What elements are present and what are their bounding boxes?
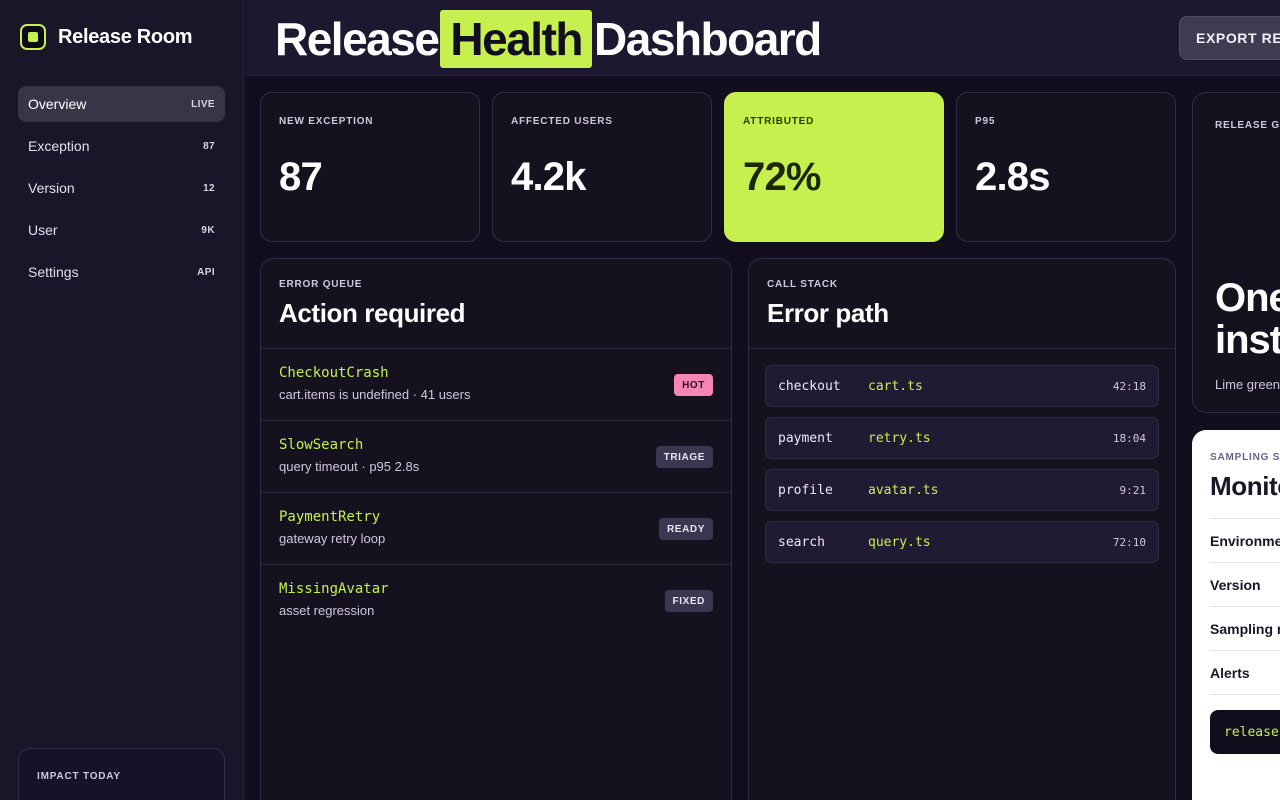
error-description: cart.items is undefined · 41 users <box>279 387 471 402</box>
brand-name: Release Room <box>58 25 193 48</box>
page-title: Release Health Dashboard <box>275 10 822 68</box>
sampling-item-alerts[interactable]: Alerts <box>1210 651 1280 695</box>
export-report-button[interactable]: EXPORT REPORT <box>1179 16 1280 60</box>
error-name: PaymentRetry <box>279 509 381 525</box>
release-gate-headline: One inst <box>1215 277 1280 361</box>
impact-today-card: IMPACT TODAY <box>18 748 225 800</box>
sidebar-item-overview[interactable]: Overview LIVE <box>18 86 225 122</box>
stack-file: query.ts <box>868 534 931 550</box>
stat-card-attributed: ATTRIBUTED 72% <box>724 92 944 242</box>
error-description: asset regression <box>279 603 375 618</box>
brand-logo-icon <box>20 24 46 50</box>
error-row-paymentretry[interactable]: PaymentRetry gateway retry loop READY <box>261 493 731 565</box>
sidebar-item-label: Settings <box>28 264 79 280</box>
stat-card-new-exception: NEW EXCEPTION 87 <box>260 92 480 242</box>
error-name: SlowSearch <box>279 437 364 453</box>
sampling-item-environment[interactable]: Environment <box>1210 519 1280 563</box>
stack-function: profile <box>778 482 833 498</box>
stat-label: AFFECTED USERS <box>511 116 613 127</box>
panel-eyebrow: CALL STACK <box>767 279 838 290</box>
panel-eyebrow: RELEASE GATE <box>1215 120 1280 131</box>
sampling-status-card: SAMPLING STATUS Monitor Environment Vers… <box>1192 430 1280 800</box>
stat-card-affected-users: AFFECTED USERS 4.2k <box>492 92 712 242</box>
sidebar-item-user[interactable]: User 9K <box>18 212 225 248</box>
stat-label: NEW EXCEPTION <box>279 116 374 127</box>
sidebar-item-label: Exception <box>28 138 90 154</box>
stat-value: 2.8s <box>975 155 1050 199</box>
page-title-highlight: Health <box>440 10 593 68</box>
page-title-part: Dashboard <box>594 13 822 65</box>
release-gate-subtitle: Lime green <box>1215 377 1280 392</box>
stat-value: 87 <box>279 155 323 199</box>
sidebar-nav: Overview LIVE Exception 87 Version 12 Us… <box>18 86 225 296</box>
release-gate-card: RELEASE GATE One inst Lime green <box>1192 92 1280 413</box>
status-badge: HOT <box>674 374 713 396</box>
panel-title: Monitor <box>1210 471 1280 501</box>
error-row-checkoutcrash[interactable]: CheckoutCrash cart.items is undefined · … <box>261 349 731 421</box>
stack-function: checkout <box>778 378 841 394</box>
error-description: query timeout · p95 2.8s <box>279 459 420 474</box>
page-header: Release Health Dashboard EXPORT REPORT <box>245 0 1280 76</box>
stack-line: 18:04 <box>1112 431 1146 445</box>
stat-card-p95: P95 2.8s <box>956 92 1176 242</box>
error-name: MissingAvatar <box>279 581 389 597</box>
status-badge: READY <box>658 518 713 540</box>
sidebar-item-settings[interactable]: Settings API <box>18 254 225 290</box>
call-stack-list: checkout cart.ts 42:18 payment retry.ts … <box>749 349 1175 563</box>
stack-frame[interactable]: search query.ts 72:10 <box>765 521 1159 563</box>
stat-label: P95 <box>975 116 996 127</box>
error-name: CheckoutCrash <box>279 365 389 381</box>
status-badge: FIXED <box>664 590 713 612</box>
release-gate-headline-line: inst <box>1215 318 1280 362</box>
status-badge: TRIAGE <box>655 446 713 468</box>
call-stack-panel: CALL STACK Error path checkout cart.ts 4… <box>748 258 1176 800</box>
sidebar-item-badge: 12 <box>203 182 215 194</box>
sidebar-item-label: Overview <box>28 96 87 112</box>
stack-function: payment <box>778 430 833 446</box>
stack-function: search <box>778 534 825 550</box>
stack-file: retry.ts <box>868 430 931 446</box>
panel-title: Action required <box>279 298 466 328</box>
stack-line: 72:10 <box>1112 535 1146 549</box>
page-title-part: Release <box>275 13 440 65</box>
panel-title: Error path <box>767 298 889 328</box>
brand[interactable]: Release Room <box>20 24 193 50</box>
sidebar: Release Room Overview LIVE Exception 87 … <box>0 0 244 800</box>
release-gate-headline-line: One <box>1215 276 1280 320</box>
sampling-item-version[interactable]: Version <box>1210 563 1280 607</box>
stack-frame[interactable]: payment retry.ts 18:04 <box>765 417 1159 459</box>
stack-line: 9:21 <box>1119 483 1147 497</box>
error-row-slowsearch[interactable]: SlowSearch query timeout · p95 2.8s TRIA… <box>261 421 731 493</box>
stack-line: 42:18 <box>1112 379 1146 393</box>
error-row-missingavatar[interactable]: MissingAvatar asset regression FIXED <box>261 565 731 637</box>
sidebar-item-exception[interactable]: Exception 87 <box>18 128 225 164</box>
sidebar-item-badge: API <box>197 266 215 278</box>
stack-frame[interactable]: profile avatar.ts 9:21 <box>765 469 1159 511</box>
sidebar-item-version[interactable]: Version 12 <box>18 170 225 206</box>
stack-frame[interactable]: checkout cart.ts 42:18 <box>765 365 1159 407</box>
stat-value: 4.2k <box>511 155 586 199</box>
panel-eyebrow: SAMPLING STATUS <box>1210 452 1280 463</box>
stack-file: avatar.ts <box>868 482 939 498</box>
panel-header: ERROR QUEUE Action required <box>261 259 731 349</box>
sidebar-item-badge: LIVE <box>191 98 215 110</box>
release-code-chip[interactable]: release.health <box>1210 710 1280 754</box>
error-description: gateway retry loop <box>279 531 386 546</box>
stack-file: cart.ts <box>868 378 923 394</box>
sampling-item-sampling-rate[interactable]: Sampling rate <box>1210 607 1280 651</box>
sampling-list: Environment Version Sampling rate Alerts <box>1210 518 1280 695</box>
panel-eyebrow: ERROR QUEUE <box>279 279 363 290</box>
sidebar-item-label: Version <box>28 180 75 196</box>
stat-value: 72% <box>743 155 821 199</box>
stat-label: ATTRIBUTED <box>743 116 815 127</box>
panel-header: CALL STACK Error path <box>749 259 1175 349</box>
sidebar-item-badge: 87 <box>203 140 215 152</box>
impact-today-label: IMPACT TODAY <box>37 771 121 782</box>
sidebar-item-badge: 9K <box>201 224 215 236</box>
error-queue-panel: ERROR QUEUE Action required CheckoutCras… <box>260 258 732 800</box>
sidebar-item-label: User <box>28 222 58 238</box>
